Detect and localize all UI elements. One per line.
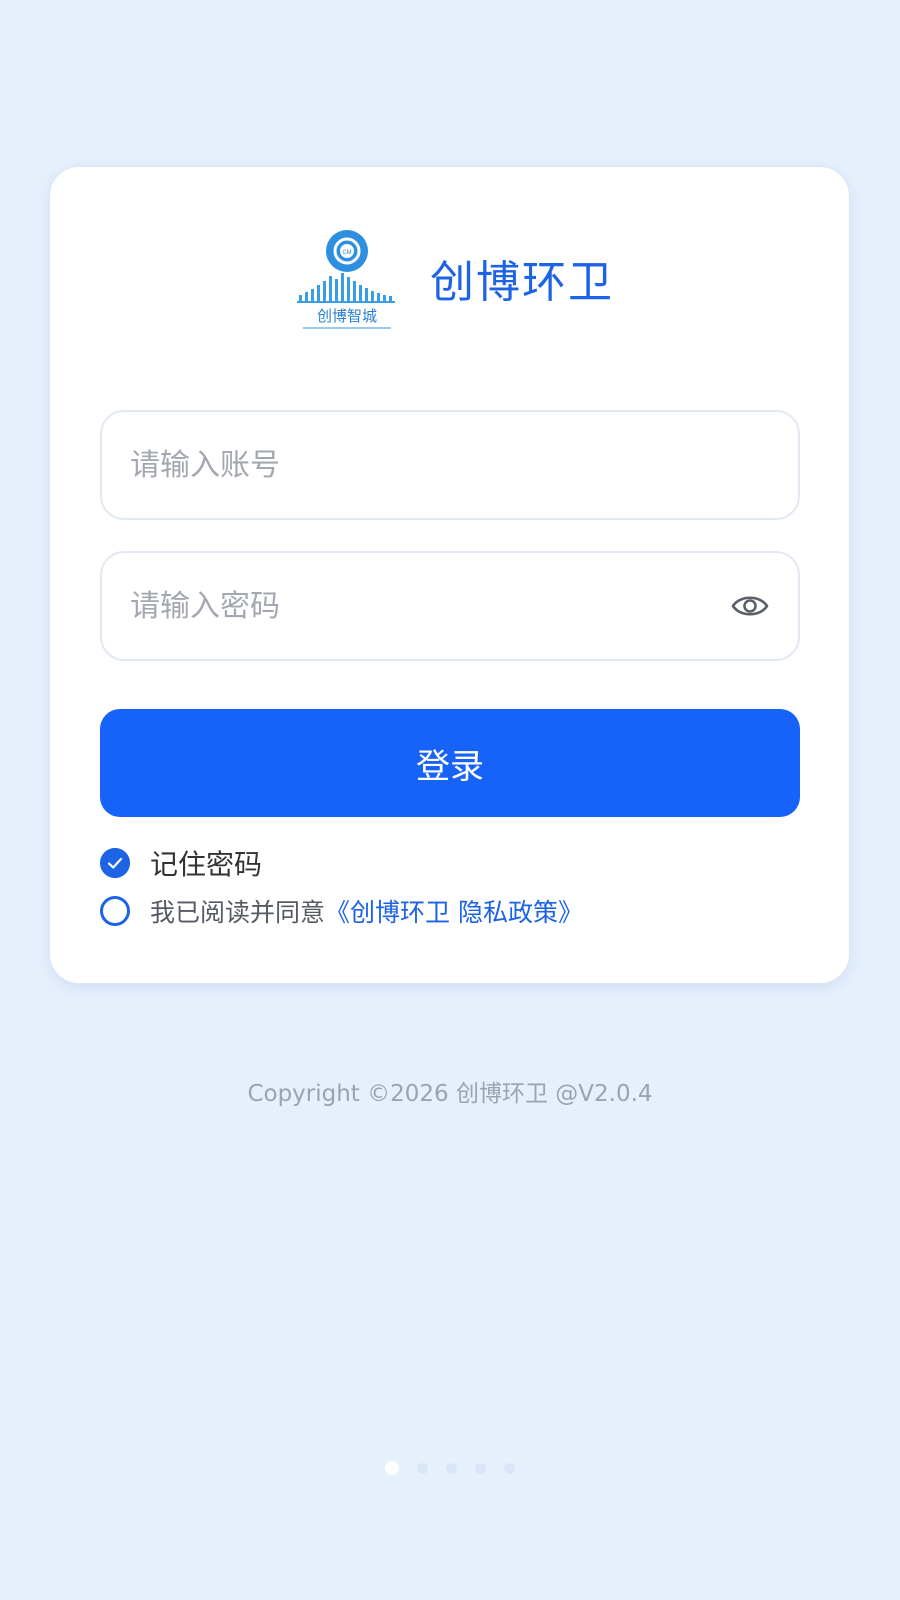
page-dot[interactable] [475,1462,486,1474]
account-input[interactable] [130,412,690,518]
password-input[interactable] [130,553,690,659]
login-button[interactable]: 登录 [100,709,800,817]
app-title: 创博环卫 [430,257,614,308]
page-dot[interactable] [417,1462,428,1474]
password-field [100,551,800,661]
agree-text: 我已阅读并同意 [150,898,326,927]
logo-badge: CM [342,250,351,256]
login-card: CM 创博智城 创博环卫 请输入账号 登录 记住密码 我已阅读并同意 《创博环卫… [49,166,850,984]
page-dot[interactable] [504,1462,515,1474]
privacy-agree-checkbox[interactable] [100,896,130,926]
copyright-text: Copyright ©2026 创博环卫 @V2.0.4 [247,1081,653,1107]
privacy-policy-link[interactable]: 《创博环卫 隐私政策》 [325,893,583,929]
page-indicator [0,1460,900,1476]
remember-password-checkbox[interactable] [100,848,130,878]
page-dot[interactable] [385,1461,399,1475]
privacy-agree-row: 我已阅读并同意 《创博环卫 隐私政策》 [100,891,583,931]
remember-password-label: 记住密码 [150,848,263,881]
logo-text: 创博智城 [317,307,377,325]
remember-password-row[interactable]: 记住密码 [100,843,262,883]
city-skyline-logo-icon: CM 创博智城 [297,230,395,329]
brand-header: CM 创博智城 创博环卫 [50,229,849,339]
page-dot[interactable] [446,1462,457,1474]
eye-icon[interactable] [730,589,770,623]
account-field [100,410,800,520]
